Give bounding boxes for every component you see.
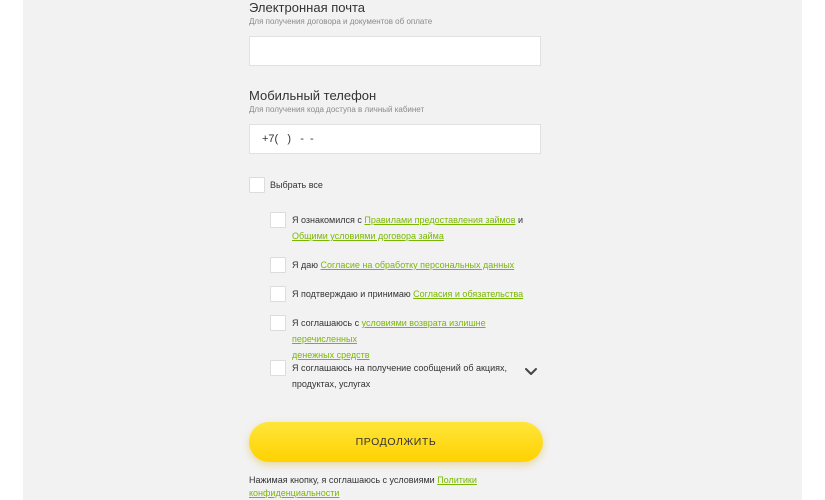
- privacy-policy-link-cont[interactable]: конфиденциальности: [249, 488, 339, 498]
- consent-personal-data-text: Я даю Согласие на обработку персональных…: [292, 257, 514, 273]
- consent-marketing-checkbox[interactable]: [270, 360, 286, 376]
- consent-refund-checkbox[interactable]: [270, 315, 286, 331]
- consent-marketing-line2: продуктах, услугах: [292, 379, 371, 389]
- consent-rules-and: и: [515, 215, 524, 225]
- consent-obligations-text: Я подтверждаю и принимаю Согласия и обяз…: [292, 286, 523, 302]
- consent-obligations-prefix: Я подтверждаю и принимаю: [292, 289, 414, 299]
- consent-marketing-line1: Я соглашаюсь на получение сообщений об а…: [292, 363, 507, 373]
- consent-marketing-text: Я соглашаюсь на получение сообщений об а…: [292, 360, 522, 392]
- consent-rules-prefix: Я ознакомился с: [292, 215, 365, 225]
- privacy-notice: Нажимая кнопку, я соглашаюсь с условиями…: [249, 474, 549, 499]
- general-terms-link[interactable]: Общими условиями договора займа: [292, 231, 444, 241]
- select-all-label: Выбрать все: [270, 180, 323, 190]
- personal-data-link[interactable]: Согласие на обработку персональных данны…: [321, 260, 515, 270]
- consent-rules-text: Я ознакомился с Правилами предоставления…: [292, 212, 542, 244]
- email-input[interactable]: [249, 36, 541, 66]
- phone-title: Мобильный телефон: [249, 88, 377, 103]
- email-title: Электронная почта: [249, 0, 366, 15]
- consent-personal-data-checkbox[interactable]: [270, 257, 286, 273]
- obligations-link[interactable]: Согласия и обязательства: [413, 289, 523, 299]
- consent-rules-checkbox[interactable]: [270, 212, 286, 228]
- phone-input[interactable]: [249, 124, 541, 154]
- continue-button[interactable]: ПРОДОЛЖИТЬ: [249, 422, 543, 462]
- loan-rules-link[interactable]: Правилами предоставления займов: [364, 215, 515, 225]
- chevron-down-icon[interactable]: [524, 366, 538, 378]
- phone-hint: Для получения кода доступа в личный каби…: [249, 105, 425, 114]
- consent-refund-text: Я соглашаюсь с условиями возврата излишн…: [292, 315, 552, 363]
- select-all-checkbox[interactable]: [249, 177, 265, 193]
- consent-refund-prefix: Я соглашаюсь с: [292, 318, 362, 328]
- consent-obligations-checkbox[interactable]: [270, 286, 286, 302]
- refund-funds-link[interactable]: денежных средств: [292, 350, 370, 360]
- privacy-notice-prefix: Нажимая кнопку, я соглашаюсь с условиями: [249, 475, 438, 485]
- consent-personal-data-prefix: Я даю: [292, 260, 321, 270]
- email-hint: Для получения договора и документов об о…: [249, 17, 433, 26]
- privacy-policy-link[interactable]: Политики: [437, 475, 477, 485]
